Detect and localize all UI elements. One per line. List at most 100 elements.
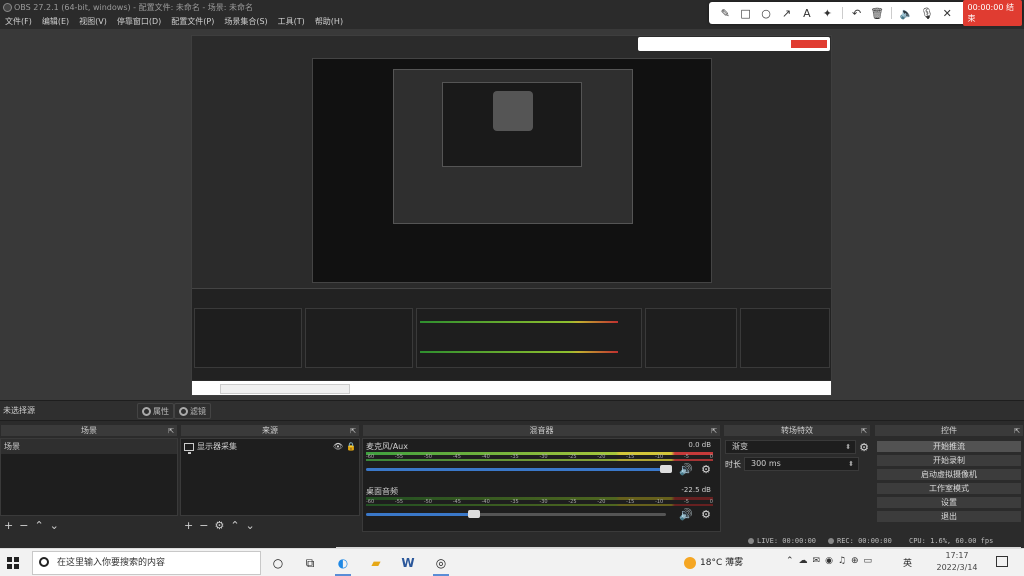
weather-widget[interactable]: 18°C 薄雾 [684, 555, 743, 571]
scene-item[interactable]: 场景 [1, 439, 177, 454]
duration-input[interactable]: 300 ms ⬍ [744, 457, 859, 471]
undock-icon[interactable]: ⇱ [168, 425, 174, 437]
tick-label: -60 [366, 499, 375, 505]
gear-icon[interactable]: ⚙ [701, 508, 711, 521]
undock-icon[interactable]: ⇱ [711, 425, 717, 437]
exit-button[interactable]: 退出 [876, 510, 1022, 523]
move-down-icon[interactable]: ⌄ [246, 519, 255, 532]
settings-button[interactable]: 设置 [876, 496, 1022, 509]
menu-file[interactable]: 文件(F) [0, 15, 37, 29]
undo-icon[interactable]: ↶ [846, 3, 866, 23]
mixer-body: 麦克风/Aux 0.0 dB -60 -55 -50 -45 -40 -35 -… [362, 438, 721, 532]
move-up-icon[interactable]: ⌃ [34, 519, 43, 532]
text-icon[interactable]: A [797, 3, 817, 23]
undock-icon[interactable]: ⇱ [861, 425, 867, 437]
word-icon[interactable]: W [398, 553, 418, 573]
screen-annotation-toolbar: ✎ □ ○ ↗ A ✦ ↶ 🗑 🔈 🎙 ✕ 00:00:00 结束 [709, 0, 1023, 26]
tick-label: -5 [683, 499, 689, 505]
gear-icon[interactable]: ⚙ [701, 463, 711, 476]
circle-icon[interactable]: ○ [756, 3, 776, 23]
properties-label: 属性 [153, 407, 169, 416]
weather-text: 18°C 薄雾 [700, 558, 744, 568]
rec-status: REC: 00:00:00 [828, 534, 892, 548]
menu-profile[interactable]: 配置文件(P) [166, 15, 219, 29]
nested-preview-level2 [393, 69, 633, 224]
transition-select[interactable]: 渐变 ⬍ [725, 440, 857, 454]
studio-mode-button[interactable]: 工作室模式 [876, 482, 1022, 495]
system-tray-icons[interactable]: ⌃☁✉◉♫⊕▭ [786, 556, 877, 566]
undock-icon[interactable]: ⇱ [350, 425, 356, 437]
marker-icon[interactable]: ✦ [817, 3, 837, 23]
remove-icon[interactable]: − [19, 519, 28, 532]
sources-dock: 来源 ⇱ 显示器采集 👁 🔒 + − ⚙ ⌃ ⌄ [180, 424, 360, 535]
tick-label: -30 [539, 499, 548, 505]
source-item[interactable]: 显示器采集 👁 🔒 [181, 439, 359, 454]
filters-button[interactable]: 滤镜 [174, 403, 211, 419]
close-icon[interactable]: ✕ [937, 3, 957, 23]
transitions-dock-header: 转场特效 ⇱ [723, 424, 871, 437]
cortana-icon[interactable]: ○ [268, 553, 288, 573]
tick-label: -35 [510, 499, 519, 505]
taskbar-clock[interactable]: 17:17 2022/3/14 [927, 550, 987, 574]
move-up-icon[interactable]: ⌃ [230, 519, 239, 532]
menu-docks[interactable]: 停靠窗口(D) [112, 15, 166, 29]
nested-controls-panel [740, 308, 830, 368]
nested-meter [420, 321, 618, 323]
sources-dock-header: 来源 ⇱ [180, 424, 360, 437]
arrow-icon[interactable]: ↗ [776, 3, 796, 23]
ime-indicator[interactable]: 英 [903, 556, 912, 569]
scenes-list[interactable]: 场景 [0, 438, 178, 516]
gear-icon[interactable]: ⚙ [214, 519, 224, 532]
nested-meter [420, 351, 618, 353]
mic-icon[interactable]: 🎙 [917, 3, 937, 23]
tick-label: 0 [709, 499, 713, 505]
pencil-icon[interactable]: ✎ [715, 3, 735, 23]
obs-taskbar-icon[interactable]: ◎ [431, 553, 451, 576]
meter-ticks: -60 -55 -50 -45 -40 -35 -30 -25 -20 -15 … [366, 454, 713, 460]
add-icon[interactable]: + [4, 519, 13, 532]
trash-icon[interactable]: 🗑 [867, 3, 887, 23]
properties-button[interactable]: 属性 [137, 403, 174, 419]
rec-time: REC: 00:00:00 [837, 537, 892, 545]
undock-icon[interactable]: ⇱ [1014, 425, 1020, 437]
menu-view[interactable]: 视图(V) [74, 15, 112, 29]
live-status: LIVE: 00:00:00 [748, 534, 816, 548]
menu-scene-collection[interactable]: 场景集合(S) [219, 15, 272, 29]
start-streaming-button[interactable]: 开始推流 [876, 440, 1022, 453]
edge-icon[interactable]: ◐ [333, 553, 353, 576]
windows-start-icon[interactable] [7, 557, 19, 569]
menu-tools[interactable]: 工具(T) [273, 15, 310, 29]
menu-edit[interactable]: 编辑(E) [37, 15, 74, 29]
speaker-icon[interactable]: 🔊 [679, 508, 693, 521]
dock-row: 场景 ⇱ 场景 + − ⌃ ⌄ 来源 ⇱ 显示器采集 👁 🔒 + − ⚙ ⌃ ⌄… [0, 421, 1024, 535]
add-icon[interactable]: + [184, 519, 193, 532]
start-virtual-camera-button[interactable]: 启动虚拟摄像机 [876, 468, 1022, 481]
speaker-icon[interactable]: 🔊 [679, 463, 693, 476]
nested-screen-capture [191, 35, 832, 396]
tick-label: -55 [394, 454, 404, 460]
window-title: OBS 27.2.1 (64-bit, windows) - 配置文件: 未命名… [14, 3, 254, 12]
volume-slider-fill [366, 513, 471, 516]
start-recording-button[interactable]: 开始录制 [876, 454, 1022, 467]
clock-time: 17:17 [945, 551, 969, 560]
sources-list[interactable]: 显示器采集 👁 🔒 [180, 438, 360, 516]
task-view-icon[interactable]: ⧉ [300, 553, 320, 573]
mixer-channel-mic: 麦克风/Aux 0.0 dB -60 -55 -50 -45 -40 -35 -… [366, 441, 717, 486]
volume-slider-thumb[interactable] [468, 510, 480, 518]
lock-icon[interactable]: 🔒 [346, 442, 356, 451]
menu-help[interactable]: 帮助(H) [310, 15, 348, 29]
stop-record-button[interactable]: 00:00:00 结束 [963, 0, 1023, 26]
remove-icon[interactable]: − [199, 519, 208, 532]
taskbar-search-box[interactable]: 在这里输入你要搜索的内容 [32, 551, 261, 575]
tick-label: -35 [510, 454, 519, 460]
tick-label: -25 [568, 499, 577, 505]
notification-icon[interactable] [996, 556, 1008, 567]
speaker-icon[interactable]: 🔈 [896, 3, 916, 23]
gear-icon[interactable]: ⚙ [859, 441, 869, 454]
eye-icon[interactable]: 👁 [333, 442, 343, 451]
volume-slider-thumb[interactable] [660, 465, 672, 473]
tick-label: -50 [423, 499, 432, 505]
rectangle-icon[interactable]: □ [735, 3, 755, 23]
file-explorer-icon[interactable]: ▰ [366, 553, 386, 573]
move-down-icon[interactable]: ⌄ [50, 519, 59, 532]
